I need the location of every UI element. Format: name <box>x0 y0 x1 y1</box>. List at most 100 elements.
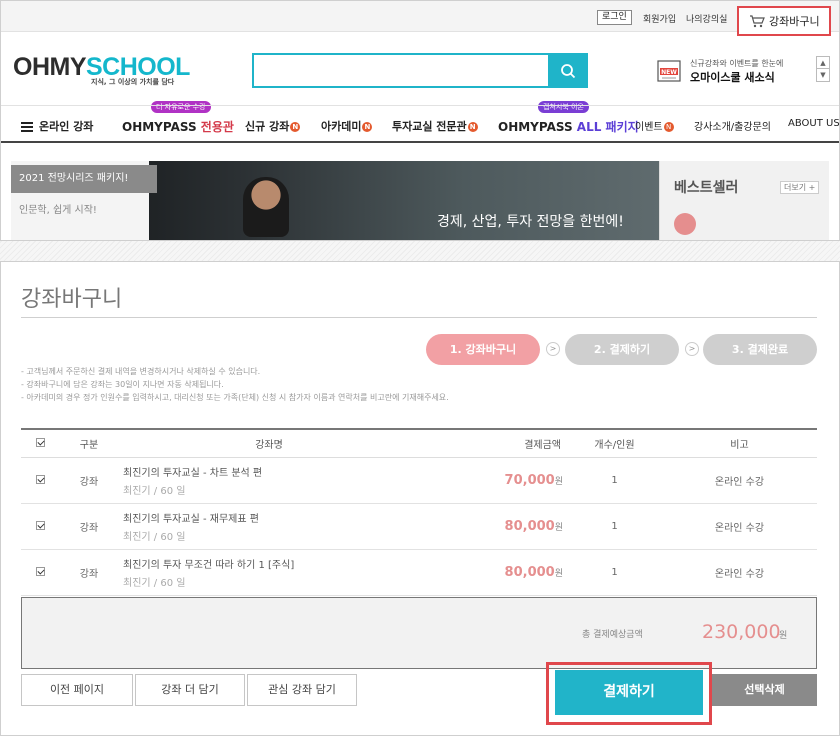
note-line: - 아카데미의 경우 정가 인원수를 입력하시고, 대리신청 또는 가족(단체)… <box>21 393 449 402</box>
utility-bar: 로그인 회원가입 나의강의실 <box>1 1 839 32</box>
total-label: 총 결제예상금액 <box>582 630 643 640</box>
new-badge: N <box>663 122 674 132</box>
nav-online-courses[interactable]: 온라인 강좌 <box>21 118 93 134</box>
step-arrow-icon: > <box>685 342 699 356</box>
banner-tab-active[interactable]: 2021 전망시리즈 패키지! <box>11 165 157 193</box>
delete-selected-button[interactable]: 선택삭제 <box>712 674 817 706</box>
cart-link[interactable]: 강좌바구니 <box>737 6 831 36</box>
nav-ohmypass-highlight: 전용관 <box>200 120 234 134</box>
course-meta: 최진기 / 60 일 <box>123 577 186 589</box>
cart-page: 강좌바구니 1. 강좌바구니 > 2. 결제하기 > 3. 결제완료 - 고객님… <box>0 261 840 736</box>
promo-banner[interactable]: 2021 전망시리즈 패키지! 인문학, 쉽게 시작! 경제, 산업, 투자 전… <box>11 161 659 240</box>
table-row: 강좌 최진기의 투자교실 - 차트 분석 편 최진기 / 60 일 70,000… <box>21 457 817 504</box>
my-lectures-link[interactable]: 나의강의실 <box>686 12 727 25</box>
search-input[interactable] <box>252 53 588 88</box>
nav-about[interactable]: ABOUT US <box>788 118 839 129</box>
hamburger-icon <box>21 122 33 132</box>
signup-link[interactable]: 회원가입 <box>643 12 676 25</box>
row-check-cell <box>21 457 59 504</box>
row-course: 최진기의 투자교실 - 재무제표 편 최진기 / 60 일 <box>119 503 419 550</box>
nav-ohmypass-all-label: OHMYPASS <box>498 120 573 134</box>
col-note: 비고 <box>662 428 817 458</box>
new-badge: N <box>290 122 301 132</box>
row-price: 70,000원 <box>419 457 567 504</box>
price-unit: 원 <box>554 568 563 579</box>
best-badge-icon <box>674 213 696 235</box>
course-title[interactable]: 최진기의 투자교실 - 차트 분석 편 <box>123 464 419 479</box>
note-line: - 고객님께서 주문하신 결제 내역을 변경하시거나 삭제하실 수 있습니다. <box>21 367 261 376</box>
nav-event-label: 이벤트 <box>635 122 663 133</box>
course-meta: 최진기 / 60 일 <box>123 531 186 543</box>
select-all-cell <box>21 428 59 458</box>
site-header: 로그인 회원가입 나의강의실 강좌바구니 OHMYSCHOOL 지식, 그 이상… <box>0 0 840 241</box>
row-type: 강좌 <box>59 549 119 596</box>
row-qty: 1 <box>567 503 662 550</box>
login-link[interactable]: 로그인 <box>597 10 632 25</box>
nav-ohmypass-label: OHMYPASS <box>122 120 197 134</box>
price-value: 80,000 <box>504 564 555 580</box>
select-all-checkbox[interactable] <box>35 438 45 448</box>
down-arrow-icon[interactable]: ▼ <box>817 69 829 81</box>
search-button[interactable] <box>548 53 588 88</box>
nav-new-courses[interactable]: 신규 강좌 N <box>245 118 301 134</box>
banner-headline: 경제, 산업, 투자 전망을 한번에! <box>437 214 624 230</box>
nav-new-courses-label: 신규 강좌 <box>245 120 290 133</box>
banner-tab[interactable]: 인문학, 쉽게 시작! <box>19 201 97 216</box>
row-note: 온라인 수강 <box>662 457 817 504</box>
nav-online-courses-label: 온라인 강좌 <box>39 120 94 133</box>
news-subtitle: 신규강좌와 이벤트를 한눈에 <box>690 59 784 68</box>
row-check-cell <box>21 503 59 550</box>
row-note: 온라인 수강 <box>662 549 817 596</box>
cart-icon <box>750 15 765 28</box>
nav-teacher[interactable]: 강사소개/출강문의 <box>694 118 771 133</box>
price-value: 80,000 <box>504 518 555 534</box>
nav-event[interactable]: 이벤트 N <box>635 118 674 133</box>
nav-ohmypass-all[interactable]: OHMYPASS ALL 패키지 <box>498 118 639 135</box>
course-title[interactable]: 최진기의 투자교실 - 재무제표 편 <box>123 510 419 525</box>
bestseller-title: 베스트셀러 <box>674 180 739 196</box>
nav-academy[interactable]: 아카데미 N <box>321 118 373 134</box>
new-badge: N <box>467 122 478 132</box>
price-unit: 원 <box>554 476 563 487</box>
row-check-cell <box>21 549 59 596</box>
nav-ohmypass[interactable]: OHMYPASS 전용관 <box>122 118 234 135</box>
note-line: - 강좌바구니에 담은 강좌는 30일이 지나면 자동 삭제됩니다. <box>21 380 224 389</box>
step-arrow-icon: > <box>546 342 560 356</box>
col-name: 강좌명 <box>119 428 419 458</box>
search-icon <box>561 63 576 78</box>
step-complete: 3. 결제완료 <box>703 334 817 365</box>
total-summary: 총 결제예상금액 230,000 원 <box>21 597 817 669</box>
nav-ohmypass-all-highlight: ALL 패키지 <box>576 120 639 134</box>
total-amount: 230,000 <box>702 621 781 643</box>
news-title[interactable]: 오마이스쿨 새소식 <box>690 69 775 85</box>
nav-invest[interactable]: 투자교실 전문관 N <box>392 118 478 134</box>
table-row: 강좌 최진기의 투자교실 - 재무제표 편 최진기 / 60 일 80,000원… <box>21 503 817 550</box>
course-title[interactable]: 최진기의 투자 무조건 따라 하기 1 [주식] <box>123 556 419 571</box>
step-cart: 1. 강좌바구니 <box>426 334 540 365</box>
main-nav: 온라인 강좌 OHMYPASS 전용관 신규 강좌 N 아카데미 N 투자교실 전문… <box>1 105 839 143</box>
col-price: 결제금액 <box>419 428 567 458</box>
step-payment: 2. 결제하기 <box>565 334 679 365</box>
add-favorite-button[interactable]: 관심 강좌 담기 <box>247 674 357 706</box>
logo-tagline: 지식, 그 이상의 가치를 담다 <box>91 78 175 86</box>
cart-link-label: 강좌바구니 <box>769 15 820 28</box>
bestseller-more-link[interactable]: 더보기 + <box>780 181 820 194</box>
page-title: 강좌바구니 <box>21 287 123 312</box>
col-qty: 개수/인원 <box>567 428 662 458</box>
course-meta: 최진기 / 60 일 <box>123 485 186 497</box>
pay-button[interactable]: 결제하기 <box>555 670 703 715</box>
row-type: 강좌 <box>59 503 119 550</box>
row-type: 강좌 <box>59 457 119 504</box>
row-course: 최진기의 투자교실 - 차트 분석 편 최진기 / 60 일 <box>119 457 419 504</box>
row-course: 최진기의 투자 무조건 따라 하기 1 [주식] 최진기 / 60 일 <box>119 549 419 596</box>
table-row: 강좌 최진기의 투자 무조건 따라 하기 1 [주식] 최진기 / 60 일 8… <box>21 549 817 596</box>
news-scroller[interactable]: ▲ ▼ <box>816 56 830 82</box>
add-more-courses-button[interactable]: 강좌 더 담기 <box>135 674 245 706</box>
up-arrow-icon[interactable]: ▲ <box>817 57 829 69</box>
previous-page-button[interactable]: 이전 페이지 <box>21 674 133 706</box>
row-checkbox[interactable] <box>35 521 45 530</box>
row-qty: 1 <box>567 549 662 596</box>
row-checkbox[interactable] <box>35 475 45 484</box>
row-qty: 1 <box>567 457 662 504</box>
row-checkbox[interactable] <box>35 567 45 576</box>
